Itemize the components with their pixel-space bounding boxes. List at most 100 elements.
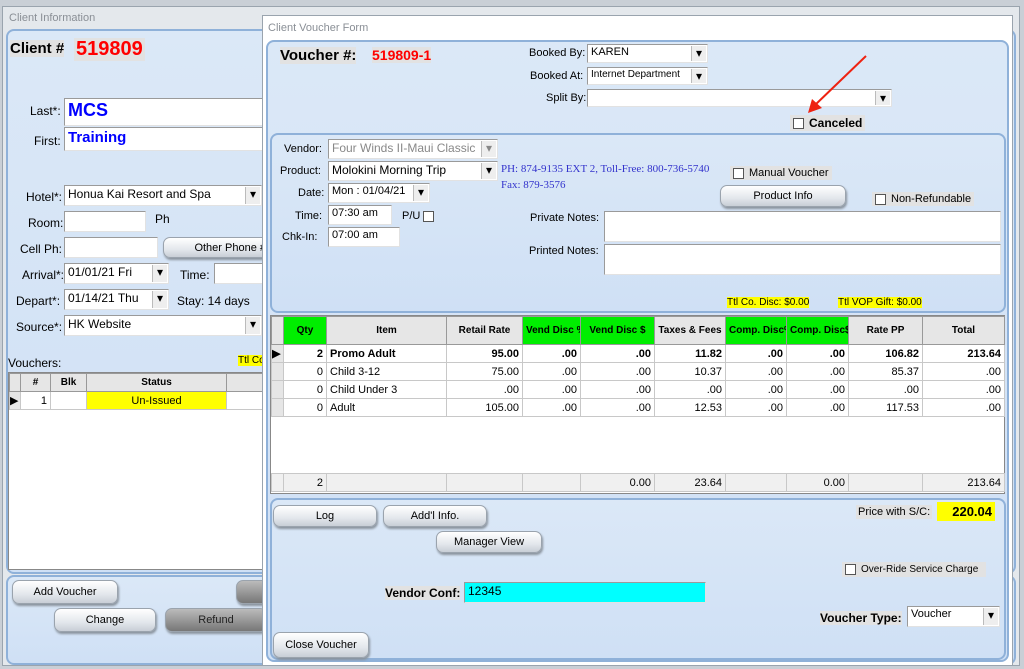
booked-at-dropdown[interactable]: Internet Department <box>587 67 708 85</box>
col-num[interactable]: # <box>20 373 51 392</box>
line-item-row[interactable]: 0 Adult 105.00.00.00 12.53.00.00 117.53.00 <box>271 398 1005 417</box>
arrival-time-field[interactable] <box>214 263 264 284</box>
col-retail-rate[interactable]: Retail Rate <box>446 316 523 345</box>
cell-item: Adult <box>326 398 447 417</box>
override-check-icon[interactable] <box>845 564 856 575</box>
cell-vend-disc-: .00 <box>580 362 655 381</box>
ttl-vop-gift: Ttl VOP Gift: $0.00 <box>838 297 922 308</box>
cell-comp-disc-: .00 <box>725 362 787 381</box>
override-label: Over-Ride Service Charge <box>861 564 979 576</box>
cell-phone-field[interactable] <box>64 237 158 258</box>
add-voucher-button[interactable]: Add Voucher <box>12 580 118 604</box>
col-qty[interactable]: Qty <box>283 316 327 345</box>
last-name-field[interactable]: MCS <box>64 98 264 126</box>
product-label: Product: <box>280 165 321 177</box>
voucher-type-dropdown[interactable]: Voucher <box>907 606 1000 627</box>
col-vend-disc-[interactable]: Vend Disc $ <box>580 316 655 345</box>
voucher-num: 1 <box>20 391 51 410</box>
col-blk[interactable]: Blk <box>50 373 87 392</box>
other-phone-button[interactable]: Other Phone # <box>163 237 273 258</box>
cell-taxes-fees: 12.53 <box>654 398 726 417</box>
ttl-co-disc-partial: Ttl Co <box>238 355 265 366</box>
chkin-field[interactable]: 07:00 am <box>328 227 400 247</box>
line-item-row[interactable]: 0 Child 3-12 75.00.00.00 10.37.00.00 85.37.0… <box>271 362 1005 381</box>
cell-vend-disc-: .00 <box>522 362 581 381</box>
col-status[interactable]: Status <box>86 373 227 392</box>
source-dropdown[interactable]: HK Website <box>64 315 262 336</box>
printed-notes-field[interactable] <box>604 244 1001 275</box>
ttl-co-disc: Ttl Co. Disc: $0.00 <box>727 297 810 308</box>
addl-info-button[interactable]: Add'l Info. <box>383 505 487 527</box>
cell-rate-pp: 117.53 <box>848 398 923 417</box>
first-name-field[interactable]: Training <box>64 127 264 151</box>
non-refundable-checkbox[interactable]: Non-Refundable <box>872 192 975 206</box>
total-qty: 2 <box>283 473 327 492</box>
row-selector[interactable] <box>271 398 284 417</box>
line-item-row[interactable]: ▶ 2 Promo Adult 95.00.00.00 11.82.00.00 106.8… <box>271 344 1005 363</box>
total-vend-disc: 0.00 <box>580 473 655 492</box>
refund-button[interactable]: Refund <box>165 608 267 632</box>
time-label: Time: <box>180 268 210 282</box>
col-comp-disc-[interactable]: Comp. Disc$ <box>786 316 849 345</box>
override-service-charge-checkbox[interactable]: Over-Ride Service Charge <box>842 562 987 578</box>
window-title: Client Information <box>9 12 96 24</box>
col-total[interactable]: Total <box>922 316 1005 345</box>
cell-comp-disc-: .00 <box>725 398 787 417</box>
source-label: Source*: <box>16 320 63 334</box>
row-selector[interactable] <box>271 362 284 381</box>
private-notes-label: Private Notes: <box>530 212 600 224</box>
manual-voucher-check-icon[interactable] <box>733 167 744 179</box>
pu-check-icon[interactable] <box>423 210 435 222</box>
price-with-sc: 220.04 <box>937 502 995 521</box>
cell-item: Child Under 3 <box>326 380 447 399</box>
depart-date-picker[interactable]: 01/14/21 Thu <box>64 289 169 310</box>
vendor-conf-label: Vendor Conf: <box>385 586 461 600</box>
cell-vend-disc-: .00 <box>522 344 581 363</box>
log-button[interactable]: Log <box>273 505 377 527</box>
manual-voucher-checkbox[interactable]: Manual Voucher <box>730 166 832 180</box>
vendor-fax-info: Fax: 879-3576 <box>501 179 566 191</box>
line-items-grid: Qty Item Retail Rate Vend Disc % Vend Disc $… <box>270 315 1005 494</box>
split-by-label: Split By: <box>546 92 587 104</box>
voucher-status: Un-Issued <box>86 391 227 410</box>
close-voucher-button[interactable]: Close Voucher <box>273 632 369 658</box>
col-item[interactable]: Item <box>326 316 447 345</box>
cell-item: Promo Adult <box>326 344 447 363</box>
vendor-dropdown[interactable]: Four Winds II-Maui Classic <box>328 139 498 159</box>
date-picker[interactable]: Mon : 01/04/21 <box>328 183 430 203</box>
total-taxes: 23.64 <box>654 473 726 492</box>
product-info-button[interactable]: Product Info <box>720 185 846 207</box>
row-selector[interactable] <box>271 380 284 399</box>
cell-vend-disc-: .00 <box>580 344 655 363</box>
cell-total: 213.64 <box>922 344 1005 363</box>
cell-item: Child 3-12 <box>326 362 447 381</box>
cell-taxes-fees: 11.82 <box>654 344 726 363</box>
voucher-blk <box>50 391 87 410</box>
cell-comp-disc-: .00 <box>786 344 849 363</box>
room-field[interactable] <box>64 211 146 232</box>
vendor-conf-field[interactable]: 12345 <box>464 582 706 603</box>
voucher-window-title: Client Voucher Form <box>268 22 369 34</box>
time-field[interactable]: 07:30 am <box>328 205 392 225</box>
row-selector[interactable]: ▶ <box>271 344 284 363</box>
arrival-date-picker[interactable]: 01/01/21 Fri <box>64 263 169 284</box>
change-button[interactable]: Change <box>54 608 156 632</box>
pu-checkbox[interactable]: P/U <box>402 210 439 222</box>
col-comp-disc-[interactable]: Comp. Disc% <box>725 316 787 345</box>
booked-by-dropdown[interactable]: KAREN <box>587 44 708 63</box>
col-taxes-fees[interactable]: Taxes & Fees <box>654 316 726 345</box>
line-item-row[interactable]: 0 Child Under 3.00.00.00.00.00.00.00.00 <box>271 380 1005 399</box>
product-dropdown[interactable]: Molokini Morning Trip <box>328 161 498 181</box>
col-vend-disc-[interactable]: Vend Disc % <box>522 316 581 345</box>
grand-total: 213.64 <box>922 473 1005 492</box>
vouchers-label: Vouchers: <box>8 356 62 370</box>
price-sc-label: Price with S/C: <box>856 505 933 519</box>
private-notes-field[interactable] <box>604 211 1001 242</box>
cell-rate-pp: 85.37 <box>848 362 923 381</box>
hotel-dropdown[interactable]: Honua Kai Resort and Spa <box>64 185 262 206</box>
non-refundable-check-icon[interactable] <box>875 193 886 205</box>
cell-qty: 0 <box>283 398 327 417</box>
col-rate-pp[interactable]: Rate PP <box>848 316 923 345</box>
cell-comp-disc-: .00 <box>786 398 849 417</box>
manager-view-button[interactable]: Manager View <box>436 531 542 553</box>
